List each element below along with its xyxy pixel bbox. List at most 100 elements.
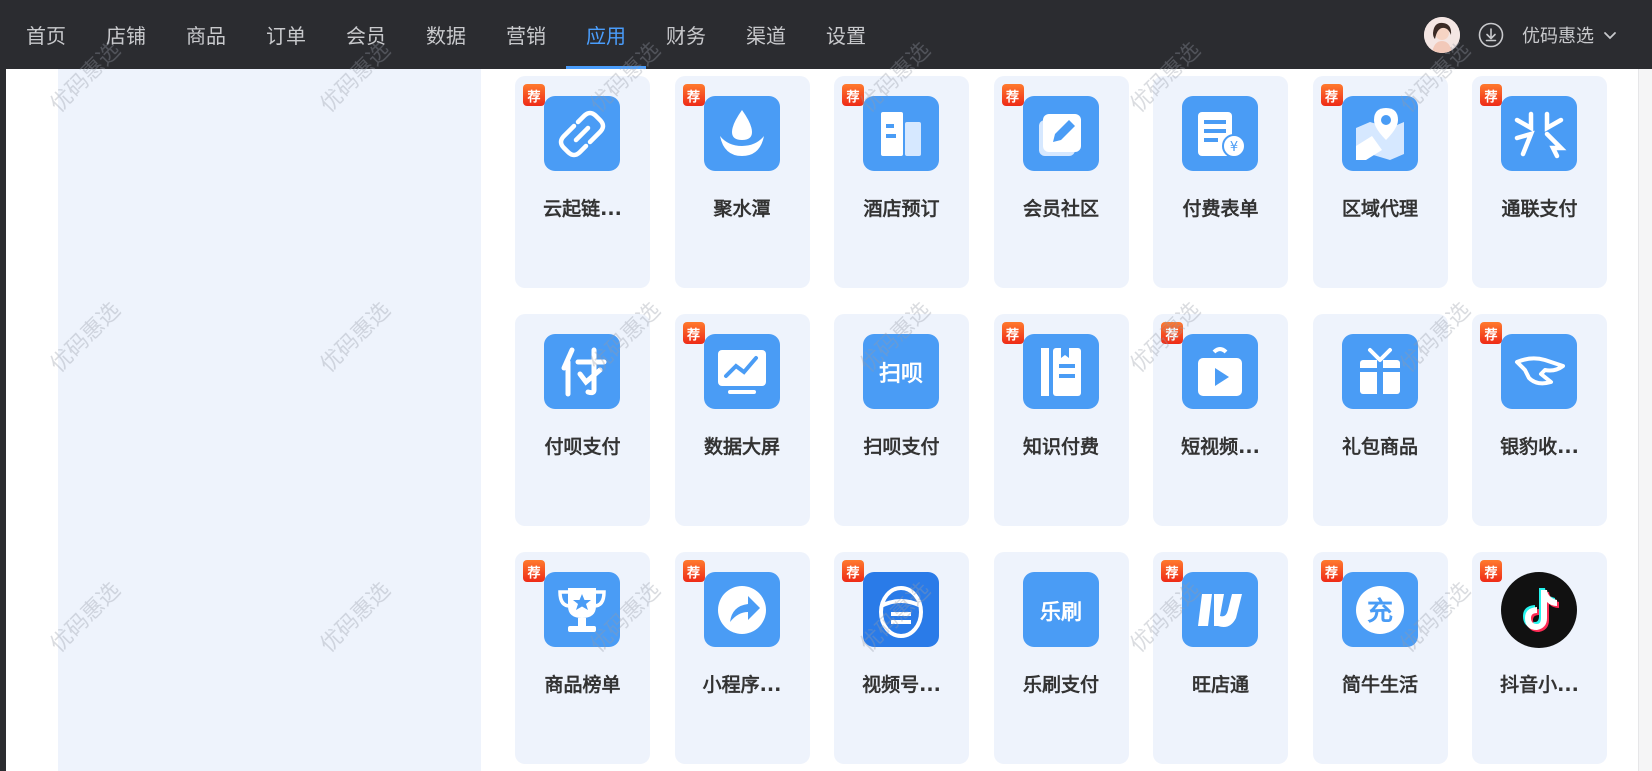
svg-text:¥: ¥ [1230, 140, 1238, 155]
nav-item-store[interactable]: 店铺 [86, 0, 166, 69]
app-label: 云起链... [543, 198, 622, 220]
app-card[interactable]: 荐短视频... [1153, 314, 1288, 526]
app-card[interactable]: 荐云起链... [515, 76, 650, 288]
app-grid: 荐云起链... 荐聚水潭荐酒店预订荐会员社区 ¥ 付费表单荐区域代理荐通联支付 付呗支付… [515, 76, 1615, 764]
app-label: 小程序... [702, 674, 782, 696]
top-navigation-bar: 首页 店铺 商品 订单 会员 数据 营销 应用 财务 渠道 设置 优码惠选 [0, 0, 1652, 69]
svg-text:充: 充 [1366, 596, 1392, 627]
recommend-badge: 荐 [682, 322, 705, 344]
nav-item-finance[interactable]: 财务 [646, 0, 726, 69]
app-card[interactable]: 扫呗 扫呗支付 [834, 314, 969, 526]
app-label: 数据大屏 [703, 436, 780, 458]
nav-item-apps[interactable]: 应用 [566, 0, 646, 69]
app-label: 知识付费 [1022, 436, 1099, 458]
recommend-badge: 荐 [1001, 322, 1024, 344]
app-card[interactable]: 荐小程序... [674, 552, 810, 764]
app-card[interactable]: 荐充简牛生活 [1312, 552, 1448, 764]
app-card[interactable]: 荐会员社区 [993, 76, 1129, 288]
main-content: 荐云起链... 荐聚水潭荐酒店预订荐会员社区 ¥ 付费表单荐区域代理荐通联支付 付呗支付… [6, 69, 1652, 771]
app-card[interactable]: 荐旺店通 [1153, 552, 1288, 764]
app-label: 礼包商品 [1341, 436, 1418, 458]
app-label: 乐刷支付 [1022, 674, 1099, 696]
recommend-badge: 荐 [1320, 84, 1343, 106]
gift-icon [1341, 334, 1418, 409]
app-label: 会员社区 [1022, 198, 1099, 220]
app-card[interactable]: 荐通联支付 [1472, 76, 1607, 288]
building-icon [863, 96, 939, 171]
fubei-icon [544, 334, 620, 409]
nav-item-marketing[interactable]: 营销 [486, 0, 566, 69]
paid-form-icon: ¥ [1182, 96, 1258, 171]
leopard-icon [1501, 334, 1577, 409]
app-card[interactable]: 荐区域代理 [1312, 76, 1448, 288]
data-screen-icon [703, 334, 780, 409]
app-card[interactable]: 荐聚水潭 [674, 76, 810, 288]
app-label: 抖音小... [1500, 674, 1579, 696]
video-play-icon [1182, 334, 1258, 409]
header-actions: 优码惠选 [1424, 0, 1652, 69]
app-label: 酒店预订 [863, 198, 940, 220]
recommend-badge: 荐 [1161, 560, 1183, 582]
recommend-badge: 荐 [682, 560, 705, 582]
app-label: 区域代理 [1341, 198, 1418, 220]
chevron-down-icon[interactable] [1602, 27, 1618, 43]
recommend-badge: 荐 [1001, 84, 1024, 106]
nav-item-home[interactable]: 首页 [6, 0, 86, 69]
nav-item-data[interactable]: 数据 [406, 0, 486, 69]
share-arrow-icon [703, 572, 780, 647]
recommend-badge: 荐 [682, 84, 705, 106]
leshua-icon: 乐刷 [1022, 572, 1099, 647]
nav-item-members[interactable]: 会员 [326, 0, 406, 69]
app-card[interactable]: 荐知识付费 [993, 314, 1129, 526]
nav-item-products[interactable]: 商品 [166, 0, 246, 69]
app-card[interactable]: 礼包商品 [1312, 314, 1448, 526]
link-icon [544, 96, 620, 171]
app-card[interactable]: 荐银豹收... [1472, 314, 1607, 526]
app-card[interactable]: 荐商品榜单 [515, 552, 650, 764]
water-drop-icon [703, 96, 780, 171]
nav-item-settings[interactable]: 设置 [806, 0, 886, 69]
download-icon[interactable] [1478, 22, 1504, 48]
avatar[interactable] [1424, 16, 1460, 53]
tonglian-icon [1501, 96, 1577, 171]
app-label: 付费表单 [1182, 198, 1259, 220]
main-nav: 首页 店铺 商品 订单 会员 数据 营销 应用 财务 渠道 设置 [6, 0, 886, 69]
side-panel [58, 69, 481, 771]
app-card[interactable]: ¥ 付费表单 [1153, 76, 1288, 288]
app-label: 短视频... [1181, 436, 1260, 458]
map-pin-icon [1341, 96, 1418, 171]
app-label: 旺店通 [1191, 674, 1249, 696]
app-label: 付呗支付 [544, 436, 621, 458]
app-card[interactable]: 荐视频号... [834, 552, 969, 764]
wangdiantong-icon [1182, 572, 1258, 647]
app-label: 简牛生活 [1341, 674, 1418, 696]
edit-icon [1022, 96, 1099, 171]
chong-icon: 充 [1341, 572, 1418, 647]
nav-item-orders[interactable]: 订单 [246, 0, 326, 69]
video-account-icon [863, 572, 939, 647]
recommend-badge: 荐 [842, 560, 864, 582]
app-card[interactable]: 付呗支付 [515, 314, 650, 526]
app-label: 商品榜单 [544, 674, 621, 696]
recommend-badge: 荐 [523, 84, 545, 106]
store-name[interactable]: 优码惠选 [1522, 22, 1594, 48]
recommend-badge: 荐 [1480, 84, 1502, 106]
book-icon [1022, 334, 1099, 409]
app-label: 银豹收... [1500, 436, 1579, 458]
app-card[interactable]: 荐数据大屏 [674, 314, 810, 526]
app-card[interactable]: 荐酒店预订 [834, 76, 969, 288]
recommend-badge: 荐 [1480, 322, 1502, 344]
scrollbar-track[interactable] [1638, 69, 1652, 771]
app-card[interactable]: 荐抖音小... [1472, 552, 1607, 764]
douyin-icon [1501, 572, 1577, 648]
app-label: 扫呗支付 [863, 436, 940, 458]
nav-item-channels[interactable]: 渠道 [726, 0, 806, 69]
app-label: 视频号... [862, 674, 941, 696]
svg-text:扫呗: 扫呗 [879, 362, 923, 387]
app-label: 通联支付 [1501, 198, 1578, 220]
recommend-badge: 荐 [523, 560, 545, 582]
recommend-badge: 荐 [1480, 560, 1502, 582]
app-card[interactable]: 乐刷 乐刷支付 [993, 552, 1129, 764]
svg-text:乐刷: 乐刷 [1040, 600, 1082, 624]
recommend-badge: 荐 [1320, 560, 1343, 582]
